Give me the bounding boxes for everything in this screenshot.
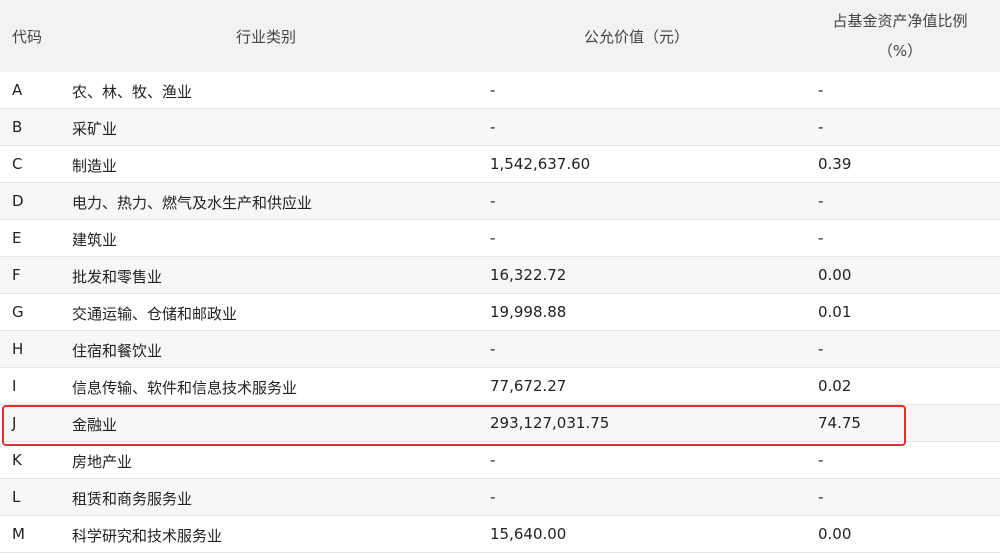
row-ratio: 0.00 — [818, 525, 852, 543]
row-fair-value: 77,672.27 — [490, 377, 567, 395]
header-industry: 行业类别 — [236, 28, 297, 46]
table-row: B 采矿业 - - — [0, 109, 1000, 146]
row-fair-value: - — [490, 451, 496, 469]
row-industry: 租赁和商务服务业 — [72, 490, 193, 508]
table-header: 代码 行业类别 公允价值（元） 占基金资产净值比例 （%） — [0, 0, 1000, 72]
row-industry: 采矿业 — [72, 120, 118, 138]
row-industry: 批发和零售业 — [72, 268, 163, 286]
row-ratio: - — [818, 229, 824, 247]
header-code: 代码 — [12, 28, 43, 46]
table-row: D 电力、热力、燃气及水生产和供应业 - - — [0, 183, 1000, 220]
row-code: J — [12, 414, 17, 432]
row-industry: 科学研究和技术服务业 — [72, 527, 223, 545]
table-row: F 批发和零售业 16,322.72 0.00 — [0, 257, 1000, 294]
table-row: E 建筑业 - - — [0, 220, 1000, 257]
header-ratio-line2: （%） — [877, 42, 923, 60]
row-fair-value: 15,640.00 — [490, 525, 567, 543]
row-code: H — [12, 340, 24, 358]
row-ratio: - — [818, 488, 824, 506]
table-row: H 住宿和餐饮业 - - — [0, 331, 1000, 368]
row-industry: 信息传输、软件和信息技术服务业 — [72, 379, 298, 397]
header-ratio: 占基金资产净值比例 （%） — [820, 6, 980, 66]
row-industry: 房地产业 — [72, 453, 133, 471]
row-code: I — [12, 377, 17, 395]
row-ratio: 0.00 — [818, 266, 852, 284]
row-code: C — [12, 155, 23, 173]
row-industry: 建筑业 — [72, 231, 118, 249]
row-industry: 交通运输、仓储和邮政业 — [72, 305, 238, 323]
header-fair-value: 公允价值（元） — [584, 28, 690, 46]
row-ratio: 74.75 — [818, 414, 861, 432]
row-code: B — [12, 118, 23, 136]
row-ratio: 0.02 — [818, 377, 852, 395]
row-code: K — [12, 451, 22, 469]
table-row: M 科学研究和技术服务业 15,640.00 0.00 — [0, 516, 1000, 553]
table-row: A 农、林、牧、渔业 - - — [0, 72, 1000, 109]
row-industry: 制造业 — [72, 157, 118, 175]
row-ratio: - — [818, 451, 824, 469]
row-industry: 电力、热力、燃气及水生产和供应业 — [72, 194, 313, 212]
row-fair-value: 1,542,637.60 — [490, 155, 591, 173]
table-row-highlighted: J 金融业 293,127,031.75 74.75 — [0, 405, 1000, 442]
row-fair-value: - — [490, 488, 496, 506]
industry-allocation-table: 代码 行业类别 公允价值（元） 占基金资产净值比例 （%） A 农、林、牧、渔业… — [0, 0, 1000, 553]
table-row: L 租赁和商务服务业 - - — [0, 479, 1000, 516]
row-fair-value: - — [490, 118, 496, 136]
row-fair-value: - — [490, 340, 496, 358]
row-ratio: 0.39 — [818, 155, 852, 173]
row-fair-value: 293,127,031.75 — [490, 414, 610, 432]
row-ratio: 0.01 — [818, 303, 852, 321]
row-code: L — [12, 488, 21, 506]
row-fair-value: 16,322.72 — [490, 266, 567, 284]
table-row: C 制造业 1,542,637.60 0.39 — [0, 146, 1000, 183]
row-fair-value: 19,998.88 — [490, 303, 567, 321]
row-industry: 农、林、牧、渔业 — [72, 83, 193, 101]
row-industry: 金融业 — [72, 416, 118, 434]
row-industry: 住宿和餐饮业 — [72, 342, 163, 360]
header-ratio-line1: 占基金资产净值比例 — [832, 12, 968, 30]
row-code: E — [12, 229, 22, 247]
table-row: K 房地产业 - - — [0, 442, 1000, 479]
table-row: G 交通运输、仓储和邮政业 19,998.88 0.01 — [0, 294, 1000, 331]
row-code: M — [12, 525, 25, 543]
row-code: F — [12, 266, 21, 284]
row-ratio: - — [818, 81, 824, 99]
row-code: G — [12, 303, 24, 321]
row-ratio: - — [818, 192, 824, 210]
row-ratio: - — [818, 118, 824, 136]
row-ratio: - — [818, 340, 824, 358]
row-fair-value: - — [490, 229, 496, 247]
row-fair-value: - — [490, 192, 496, 210]
row-fair-value: - — [490, 81, 496, 99]
row-code: A — [12, 81, 23, 99]
table-row: I 信息传输、软件和信息技术服务业 77,672.27 0.02 — [0, 368, 1000, 405]
row-code: D — [12, 192, 24, 210]
